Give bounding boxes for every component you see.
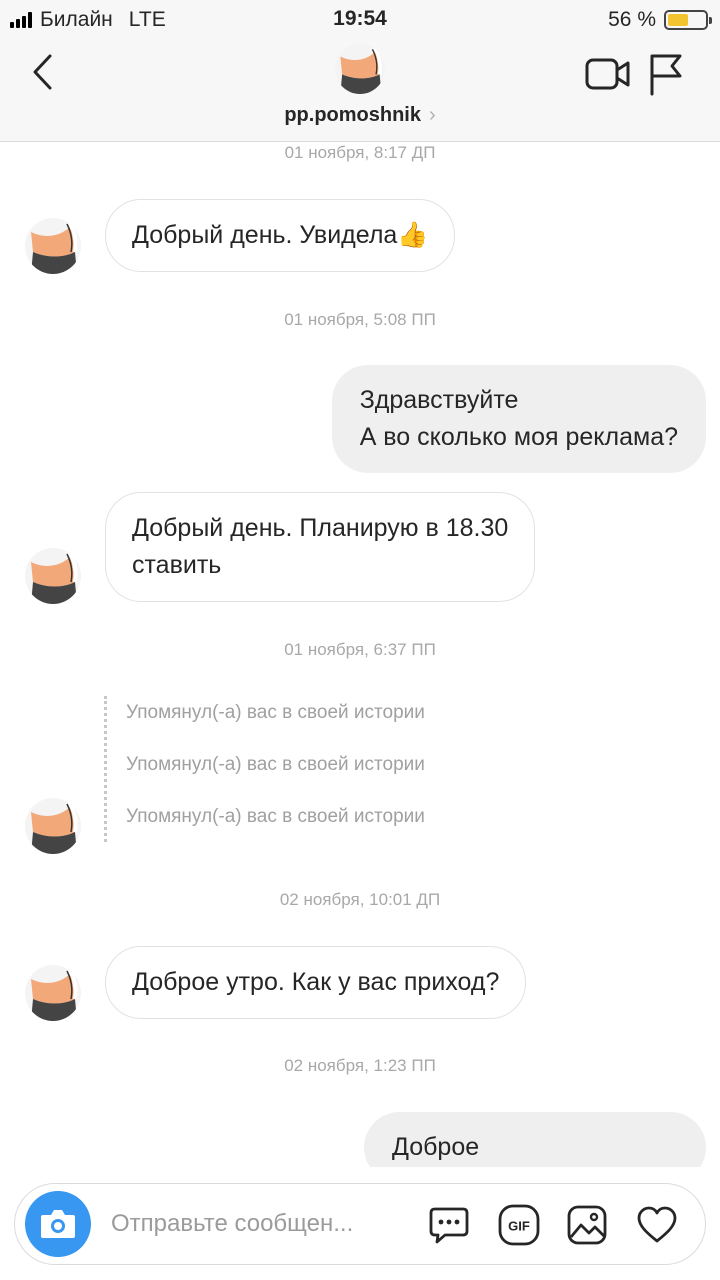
message-bubble-incoming[interactable]: Доброе утро. Как у вас приход? — [105, 946, 527, 1019]
camera-icon — [41, 1210, 75, 1238]
chat-header: pp.pomoshnik › — [0, 38, 720, 142]
message-text-line: Добрый день. Планирую в 18.30 — [132, 514, 509, 542]
message-text: Доброе утро. Как у вас приход? — [132, 968, 500, 996]
sender-avatar[interactable] — [25, 965, 81, 1021]
message-bubble-incoming[interactable]: Добрый день. Увидела👍 — [105, 199, 456, 272]
timestamp: 02 ноября, 10:01 ДП — [279, 890, 441, 909]
message-text-line: ставить — [132, 551, 222, 579]
sender-avatar[interactable] — [25, 218, 81, 274]
message-thread[interactable]: 01 ноября, 8:17 ДП Добрый день. Увидела👍… — [0, 143, 720, 1167]
mention-divider — [104, 696, 107, 842]
message-bubble-outgoing[interactable]: Здравствуйте А во сколько моя реклама? — [331, 365, 706, 473]
avatar-image — [335, 44, 385, 94]
battery-percent: 56 % — [608, 8, 656, 31]
story-mention[interactable]: Упомянул(-а) вас в своей истории — [126, 702, 425, 724]
timestamp: 01 ноября, 5:08 ПП — [284, 310, 436, 329]
status-right: 56 % — [608, 8, 712, 32]
status-bar: Билайн LTE 19:54 56 % — [0, 0, 720, 38]
message-text-line: Здравствуйте — [359, 386, 519, 414]
video-camera-icon — [585, 58, 630, 90]
gif-icon: GIF — [498, 1204, 540, 1246]
gif-button[interactable]: GIF — [497, 1203, 541, 1247]
chat-bubble-icon — [429, 1207, 469, 1244]
battery-icon — [664, 10, 712, 30]
message-input[interactable] — [111, 1206, 411, 1242]
chevron-right-icon: › — [429, 104, 436, 126]
timestamp: 01 ноября, 6:37 ПП — [284, 640, 436, 659]
flag-icon — [650, 54, 682, 96]
story-mention[interactable]: Упомянул(-а) вас в своей истории — [126, 806, 425, 828]
avatar-image — [25, 965, 81, 1021]
avatar-image — [25, 218, 81, 274]
sender-avatar[interactable] — [25, 548, 81, 604]
message-text-line: А во сколько моя реклама? — [359, 423, 678, 451]
header-username-row[interactable]: pp.pomoshnik › — [284, 104, 435, 127]
timestamp: 01 ноября, 8:17 ДП — [284, 143, 436, 162]
avatar-image — [25, 798, 81, 854]
header-avatar[interactable] — [335, 44, 385, 94]
gif-label: GIF — [508, 1219, 530, 1234]
camera-button[interactable] — [25, 1191, 91, 1257]
story-mentions: Упомянул(-а) вас в своей истории Упомяну… — [104, 696, 524, 842]
timestamp: 02 ноября, 1:23 ПП — [284, 1056, 436, 1075]
heart-icon — [637, 1206, 677, 1243]
message-text: Доброе — [392, 1133, 480, 1161]
message-bubble-outgoing[interactable]: Доброе — [364, 1112, 706, 1167]
sender-avatar[interactable] — [25, 798, 81, 854]
message-text: Добрый день. Увидела👍 — [132, 221, 429, 249]
video-call-button[interactable] — [584, 52, 632, 96]
quick-reply-button[interactable] — [427, 1203, 471, 1247]
header-username[interactable]: pp.pomoshnik — [284, 104, 421, 127]
message-bubble-incoming[interactable]: Добрый день. Планирую в 18.30 ставить — [105, 492, 536, 602]
gallery-button[interactable] — [565, 1203, 609, 1247]
battery-fill — [668, 14, 688, 26]
like-button[interactable] — [635, 1203, 679, 1247]
avatar-image — [25, 548, 81, 604]
message-composer: GIF — [14, 1183, 706, 1265]
story-mention[interactable]: Упомянул(-а) вас в своей истории — [126, 754, 425, 776]
report-button[interactable] — [644, 50, 688, 98]
gallery-icon — [567, 1205, 607, 1245]
